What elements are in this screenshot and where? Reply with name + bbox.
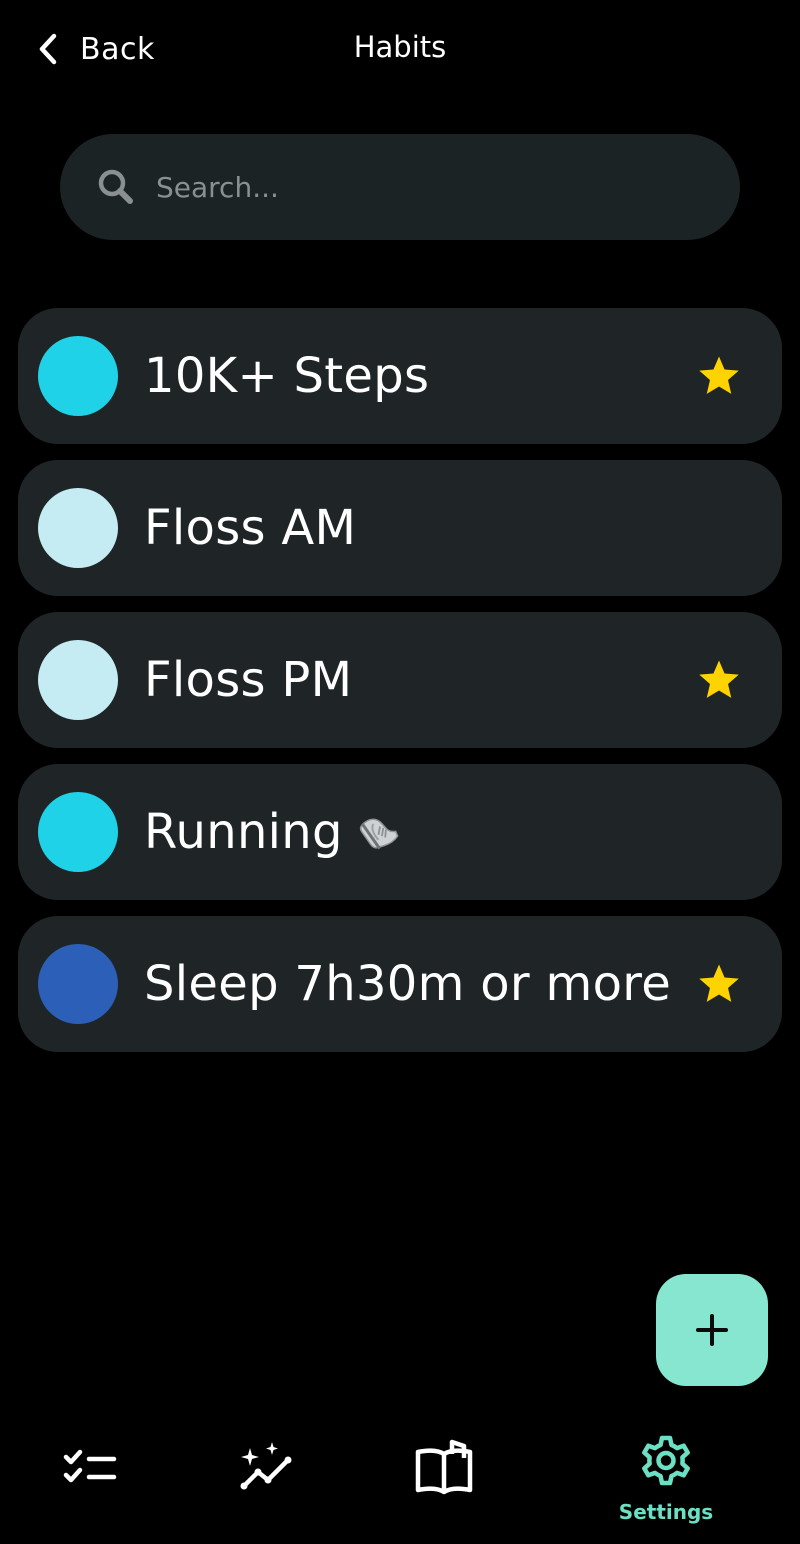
habit-name: Sleep 7h30m or more bbox=[144, 956, 672, 1012]
star-icon[interactable] bbox=[696, 961, 742, 1007]
search-icon bbox=[98, 169, 133, 204]
running-shoe-icon bbox=[355, 808, 403, 856]
page-title: Habits bbox=[353, 30, 447, 64]
trend-sparkle-icon bbox=[240, 1442, 292, 1490]
search-bar[interactable] bbox=[60, 134, 740, 240]
habits-screen: Back Habits 10K+ Steps Floss AM bbox=[0, 0, 800, 1544]
habit-color-dot bbox=[38, 336, 118, 416]
nav-item-habits[interactable] bbox=[60, 1420, 120, 1530]
habit-name: Floss AM bbox=[144, 500, 357, 556]
add-habit-button[interactable] bbox=[656, 1274, 768, 1386]
habit-row[interactable]: Floss PM bbox=[18, 612, 782, 748]
habit-name: 10K+ Steps bbox=[144, 348, 430, 404]
open-book-icon bbox=[415, 1439, 473, 1495]
habit-row[interactable]: Sleep 7h30m or more bbox=[18, 916, 782, 1052]
habit-color-dot bbox=[38, 792, 118, 872]
gear-icon bbox=[642, 1435, 690, 1486]
nav-item-journal[interactable] bbox=[414, 1420, 474, 1530]
habit-row[interactable]: Running bbox=[18, 764, 782, 900]
nav-label-settings: Settings bbox=[618, 1500, 714, 1524]
star-icon[interactable] bbox=[696, 353, 742, 399]
habit-name: Running bbox=[144, 764, 403, 900]
nav-item-settings[interactable]: Settings bbox=[606, 1420, 726, 1530]
habit-row[interactable]: Floss AM bbox=[18, 460, 782, 596]
plus-icon bbox=[696, 1314, 728, 1346]
nav-item-stats[interactable] bbox=[236, 1420, 296, 1530]
bottom-nav: Settings bbox=[0, 1420, 800, 1544]
search-input[interactable] bbox=[156, 170, 656, 204]
habit-row[interactable]: 10K+ Steps bbox=[18, 308, 782, 444]
checklist-icon bbox=[63, 1449, 117, 1483]
header-bar: Back Habits bbox=[0, 0, 800, 100]
habit-color-dot bbox=[38, 640, 118, 720]
habit-color-dot bbox=[38, 944, 118, 1024]
star-icon[interactable] bbox=[696, 657, 742, 703]
habit-name: Floss PM bbox=[144, 652, 353, 708]
habit-list: 10K+ Steps Floss AM Floss PM Running Sle… bbox=[18, 308, 782, 1068]
habit-color-dot bbox=[38, 488, 118, 568]
